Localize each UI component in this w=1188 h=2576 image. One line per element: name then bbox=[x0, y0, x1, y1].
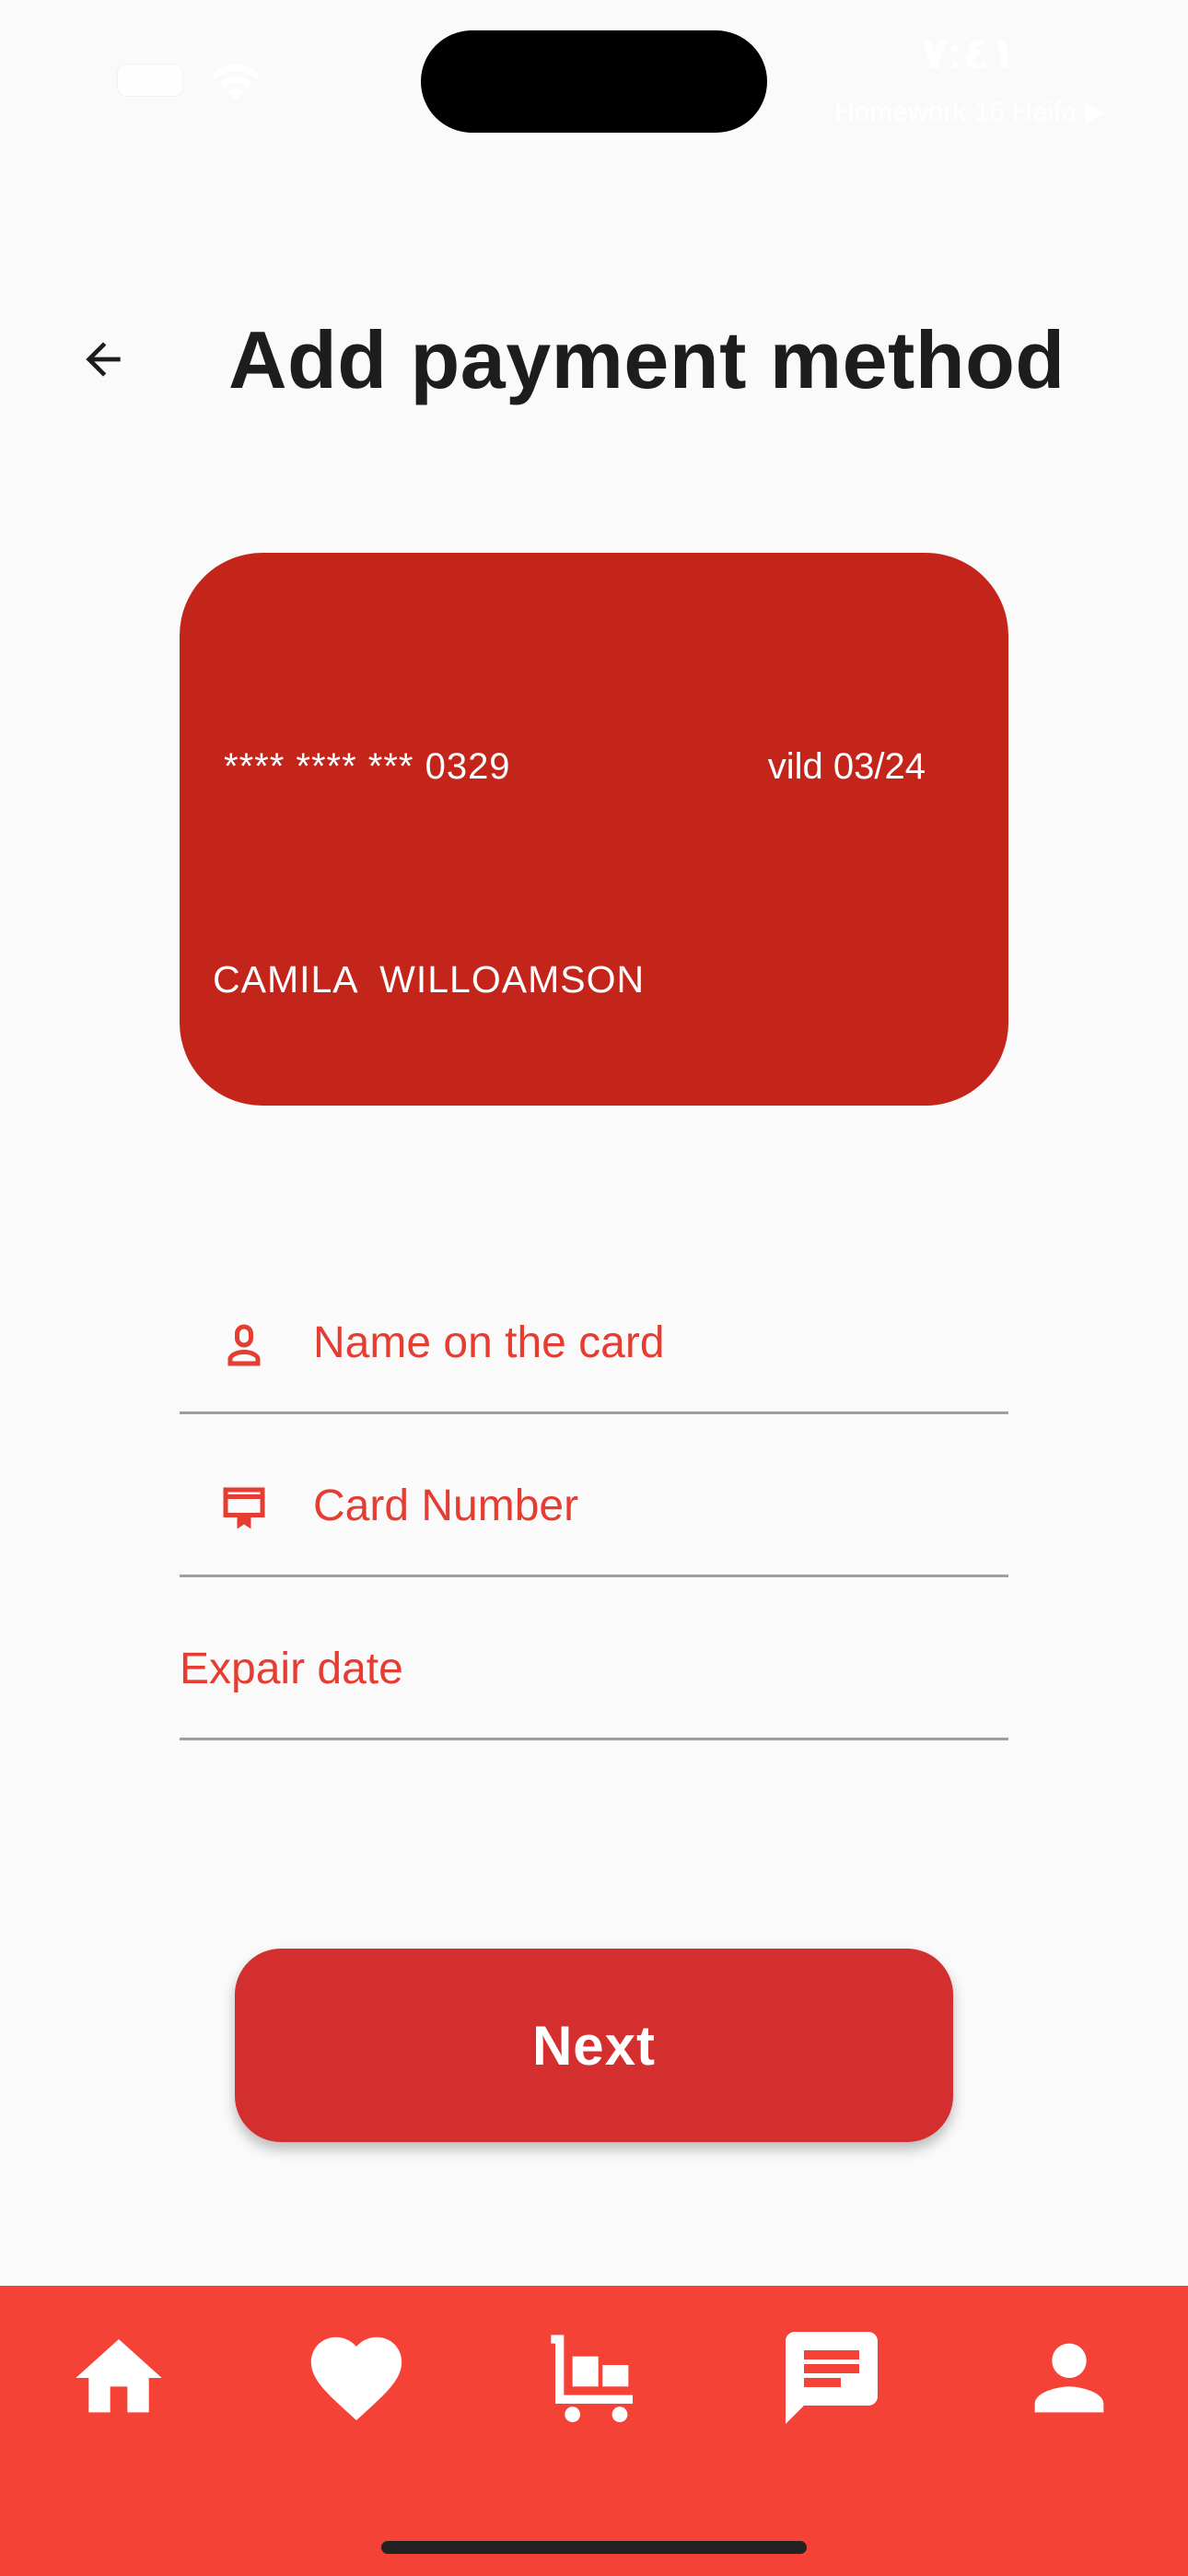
status-bar: ٧:٤١ Homework 16 Haifa ▶ bbox=[0, 0, 1188, 138]
nav-item-profile[interactable] bbox=[1005, 2313, 1134, 2442]
name-on-card-input[interactable] bbox=[313, 1310, 976, 1375]
home-indicator[interactable] bbox=[381, 2541, 807, 2554]
back-button[interactable] bbox=[64, 321, 142, 398]
credit-card-preview: **** **** *** 0329 vild 03/24 CAMILA WIL… bbox=[180, 553, 1008, 1106]
credit-card-icon bbox=[223, 1487, 265, 1529]
expiry-date-field bbox=[180, 1579, 1008, 1740]
card-valid-text: vild 03/24 bbox=[767, 746, 926, 787]
nav-item-favorites[interactable] bbox=[292, 2313, 421, 2442]
name-on-card-field bbox=[180, 1253, 1008, 1414]
arrow-left-icon bbox=[86, 342, 121, 377]
page-title: Add payment method bbox=[228, 314, 1066, 405]
card-number-text: **** **** *** 0329 bbox=[224, 746, 511, 787]
card-holder-text: CAMILA WILLOAMSON bbox=[213, 958, 646, 1001]
card-number-field bbox=[180, 1416, 1008, 1577]
dynamic-island bbox=[421, 30, 767, 133]
person-icon bbox=[227, 1324, 261, 1366]
wifi-icon bbox=[211, 64, 261, 100]
person-icon bbox=[1034, 2343, 1104, 2413]
next-button[interactable]: Next bbox=[235, 1949, 953, 2142]
heart-icon bbox=[310, 2336, 402, 2420]
expiry-date-input[interactable] bbox=[180, 1636, 843, 1701]
chat-icon bbox=[786, 2332, 878, 2424]
cart-icon bbox=[551, 2335, 633, 2423]
back-to-app-link[interactable]: Homework 16 Haifa ▶ bbox=[834, 96, 1106, 128]
nav-item-messages[interactable] bbox=[767, 2313, 896, 2442]
bottom-navigation bbox=[0, 2286, 1188, 2576]
home-icon bbox=[76, 2339, 162, 2413]
card-number-input[interactable] bbox=[313, 1473, 976, 1538]
nav-item-cart[interactable] bbox=[530, 2313, 658, 2442]
nav-item-home[interactable] bbox=[54, 2313, 183, 2442]
battery-icon bbox=[118, 64, 182, 96]
status-time: ٧:٤١ bbox=[921, 29, 1017, 78]
